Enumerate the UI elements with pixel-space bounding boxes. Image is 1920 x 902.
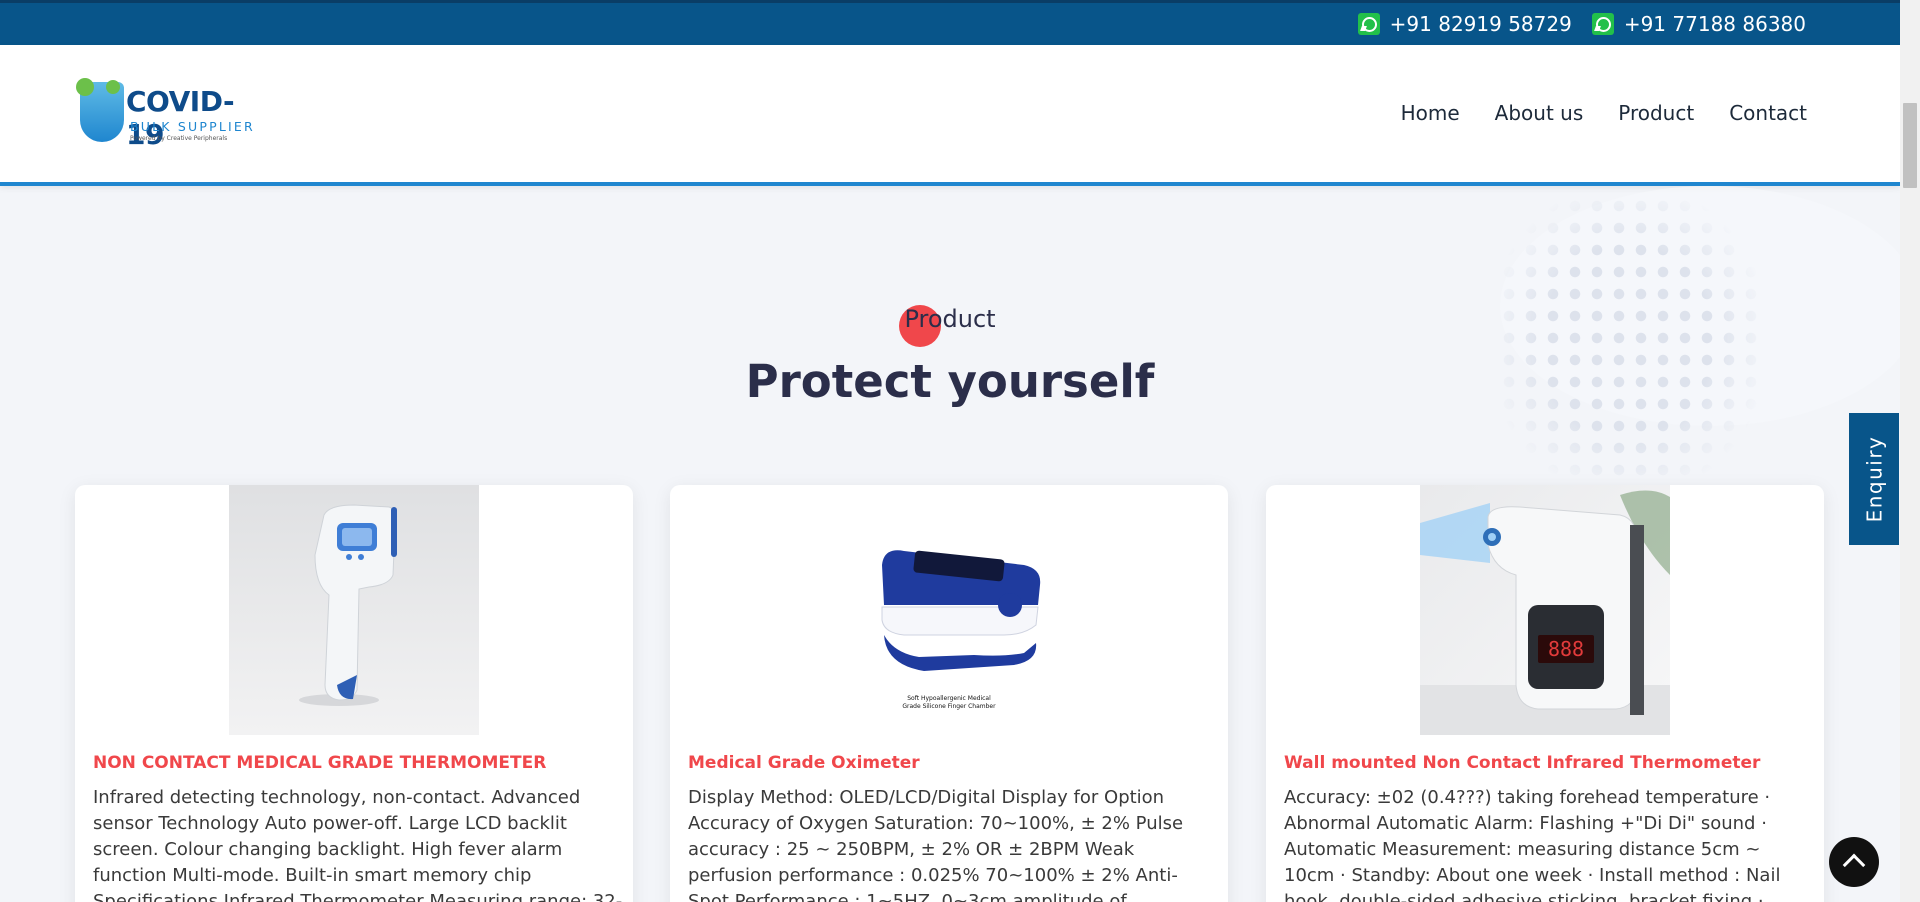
product-card-2[interactable]: Soft Hypoallergenic Medical Grade Silico… <box>670 485 1228 902</box>
main-nav: Home About us Product Contact <box>1401 101 1807 125</box>
product-image-wall-thermometer: 888 <box>1420 485 1670 735</box>
back-to-top-button[interactable] <box>1829 837 1879 887</box>
product-description: Infrared detecting technology, non-conta… <box>93 787 623 902</box>
phone-link-1[interactable]: +91 82919 58729 <box>1357 12 1572 36</box>
product-card-1[interactable]: NON CONTACT MEDICAL GRADE THERMOMETER In… <box>75 485 633 902</box>
product-title[interactable]: Medical Grade Oximeter <box>688 753 1218 773</box>
top-contact-bar: +91 82919 58729 +91 77188 86380 <box>0 0 1900 45</box>
product-image-thermometer <box>229 485 479 735</box>
whatsapp-icon <box>1357 13 1380 35</box>
phone-link-2[interactable]: +91 77188 86380 <box>1591 12 1806 36</box>
phone-number: +91 82919 58729 <box>1389 12 1572 36</box>
site-logo[interactable]: COVID-19 BULK SUPPLIER Powered by Creati… <box>76 77 263 151</box>
nav-contact[interactable]: Contact <box>1729 101 1807 125</box>
product-image-oximeter: Soft Hypoallergenic Medical Grade Silico… <box>824 485 1074 735</box>
whatsapp-icon <box>1591 13 1614 35</box>
nav-home[interactable]: Home <box>1401 101 1460 125</box>
nav-product[interactable]: Product <box>1618 101 1694 125</box>
section-tag: Product <box>0 305 1900 347</box>
enquiry-tab[interactable]: Enquiry <box>1849 413 1899 545</box>
svg-text:Grade Silicone Finger Chamber: Grade Silicone Finger Chamber <box>902 703 996 710</box>
section-tag-label: Product <box>904 305 996 333</box>
logo-tagline: Powered by Creative Peripherals <box>130 135 228 142</box>
product-title[interactable]: NON CONTACT MEDICAL GRADE THERMOMETER <box>93 753 623 773</box>
product-description: Display Method: OLED/LCD/Digital Display… <box>688 787 1184 902</box>
page-scrollbar[interactable] <box>1900 0 1920 902</box>
scrollbar-thumb[interactable] <box>1903 103 1917 188</box>
site-header: COVID-19 BULK SUPPLIER Powered by Creati… <box>0 45 1900 186</box>
phone-list: +91 82919 58729 +91 77188 86380 <box>1357 12 1806 36</box>
nav-about-us[interactable]: About us <box>1495 101 1584 125</box>
svg-text:888: 888 <box>1548 637 1584 661</box>
product-title[interactable]: Wall mounted Non Contact Infrared Thermo… <box>1284 753 1814 773</box>
product-card-3[interactable]: 888 Wall mounted Non Contact Infrared Th… <box>1266 485 1824 902</box>
section-title: Protect yourself <box>745 355 1155 408</box>
dot-pattern <box>1498 195 1758 485</box>
oximeter-image-caption: Soft Hypoallergenic Medical <box>907 695 991 702</box>
product-description: Accuracy: ±02 (0.4???) taking forehead t… <box>1284 787 1781 902</box>
logo-subtitle: BULK SUPPLIER <box>130 119 255 134</box>
phone-number: +91 77188 86380 <box>1623 12 1806 36</box>
shield-icon <box>76 78 124 142</box>
enquiry-label: Enquiry <box>1862 435 1886 523</box>
